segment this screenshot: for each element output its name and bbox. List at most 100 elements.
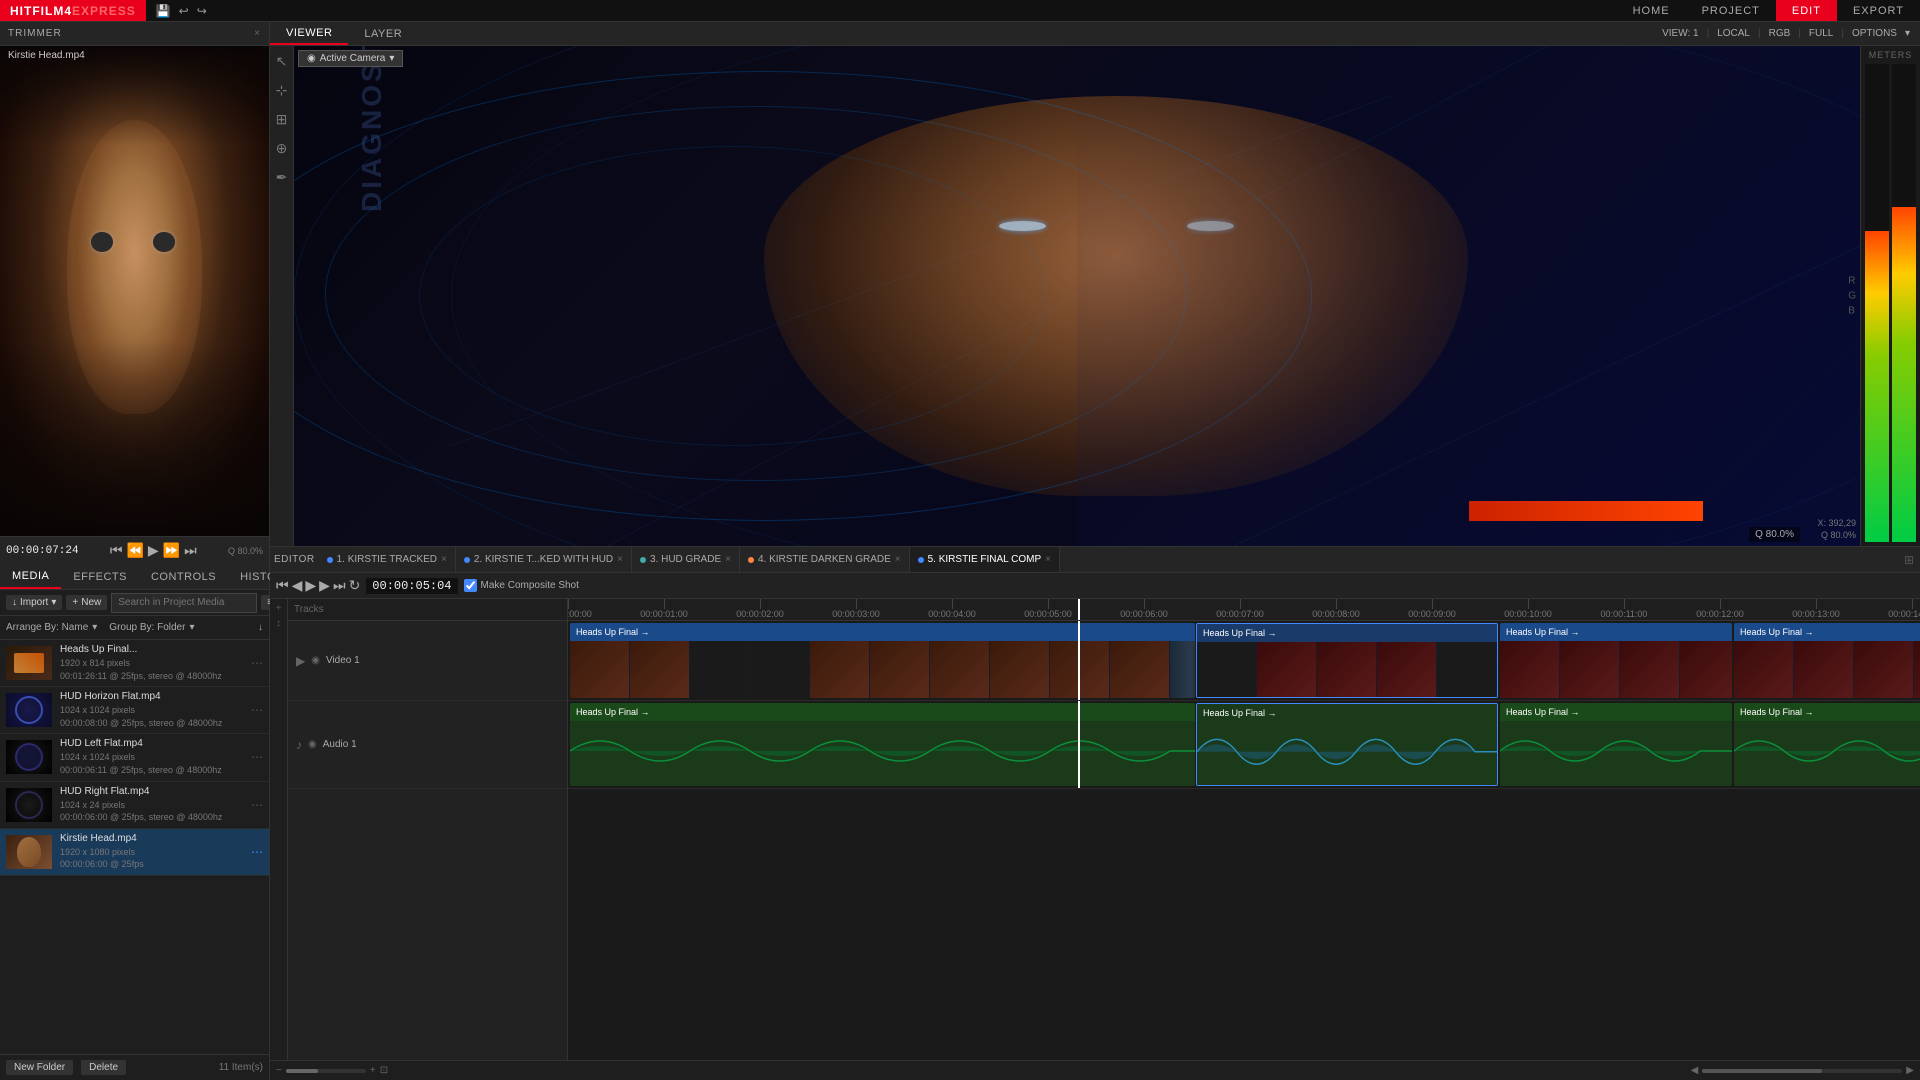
tab-expand-icon[interactable]: ⊞ [1898,553,1920,567]
meter-bar-right [1892,64,1916,542]
playhead[interactable] [1078,599,1080,620]
audio-clip-1[interactable]: Heads Up Final → [1196,703,1498,786]
face-shadow-bottom [0,340,269,536]
media-name-4: Kirstie Head.mp4 [60,833,243,844]
channel-b[interactable]: B [1848,306,1856,317]
rgb-option[interactable]: RGB [1769,28,1791,39]
transform-tool[interactable]: ⊹ [273,79,291,102]
composite-checkbox[interactable] [464,579,477,592]
video-clip-1[interactable]: Heads Up Final → [1196,623,1498,698]
timeline-controls: ⏮ ◀ ▶ ▶ ⏭ ↻ 00:00:05:04 Make Composite S… [270,573,1920,599]
media-item-more-3[interactable]: ⋯ [251,798,263,812]
tl-expand-icon[interactable]: ↕ [276,618,281,629]
tl-go-end[interactable]: ⏭ [333,577,346,594]
comp-tab-4[interactable]: 5. KIRSTIE FINAL COMP × [910,547,1060,572]
tl-go-start[interactable]: ⏮ [276,577,289,594]
trimmer-title: TRIMMER [8,28,62,39]
media-meta1-2: 1024 x 1024 pixels [60,751,243,764]
comp-tab-3[interactable]: 4. KIRSTIE DARKEN GRADE × [740,547,910,572]
import-button[interactable]: ↓ Import ▾ [6,595,62,610]
media-item-more-0[interactable]: ⋯ [251,656,263,670]
media-item-more-2[interactable]: ⋯ [251,750,263,764]
label-7: 00:00:07:00 [1216,609,1264,619]
media-item-0[interactable]: Heads Up Final... 1920 x 814 pixels 00:0… [0,640,269,687]
crop-tool[interactable]: ⊞ [273,108,291,131]
footer-fit[interactable]: ⊡ [380,1065,388,1076]
close-tab-2[interactable]: × [725,554,731,565]
tab-controls[interactable]: CONTROLS [139,564,228,589]
tick-9 [1432,599,1433,609]
tl-step-back[interactable]: ◀ [292,577,303,594]
video-clip-0[interactable]: Heads Up Final → [570,623,1195,698]
close-tab-1[interactable]: × [617,554,623,565]
media-item-3[interactable]: HUD Right Flat.mp4 1024 x 24 pixels 00:0… [0,782,269,829]
import-icon: ↓ [12,597,17,608]
audio-clip-2[interactable]: Heads Up Final → [1500,703,1732,786]
nav-export[interactable]: EXPORT [1837,0,1920,21]
footer-scroll-left[interactable]: ◀ [1691,1065,1699,1076]
tl-step-fwd[interactable]: ▶ [319,577,330,594]
view-number-option[interactable]: VIEW: 1 [1662,28,1699,39]
comp-tab-0[interactable]: 1. KIRSTIE TRACKED × [319,547,456,572]
go-start-button[interactable]: ⏮ [110,542,123,559]
video-clip-2[interactable]: Heads Up Final → [1500,623,1732,698]
media-list: Heads Up Final... 1920 x 814 pixels 00:0… [0,640,269,1054]
tab-effects[interactable]: EFFECTS [61,564,139,589]
move-tool[interactable]: ↖ [273,50,291,73]
channel-g[interactable]: G [1848,291,1856,302]
scroll-slider-fill [1702,1069,1822,1073]
step-forward-button[interactable]: ⏩ [163,542,180,559]
play-button[interactable]: ▶ [148,542,159,559]
media-item-1[interactable]: HUD Horizon Flat.mp4 1024 x 1024 pixels … [0,687,269,734]
close-tab-4[interactable]: × [1045,554,1051,565]
video-mute-button[interactable]: ◉ [311,655,320,666]
new-button[interactable]: + New [66,595,107,610]
undo-icon[interactable]: ↩ [179,4,189,18]
footer-zoom-out[interactable]: − [276,1065,282,1076]
tl-add-track-icon[interactable]: + [276,603,282,614]
option-sep-3: | [1798,28,1801,39]
close-tab-0[interactable]: × [441,554,447,565]
new-folder-button[interactable]: New Folder [6,1060,73,1075]
nav-home[interactable]: HOME [1617,0,1686,21]
redo-icon[interactable]: ↪ [197,4,207,18]
local-option[interactable]: LOCAL [1717,28,1750,39]
zoom-pct: Q 80.0% [1821,530,1856,540]
footer-scroll-right[interactable]: ▶ [1906,1065,1914,1076]
close-tab-3[interactable]: × [895,554,901,565]
go-end-button[interactable]: ⏭ [184,542,197,559]
audio-clip-0[interactable]: Heads Up Final → [570,703,1195,786]
trimmer-close-icon[interactable]: × [254,28,261,39]
nav-project[interactable]: PROJECT [1686,0,1776,21]
comp-tab-1[interactable]: 2. KIRSTIE T...KED WITH HUD × [456,547,632,572]
media-tabs: MEDIA EFFECTS CONTROLS HISTORY TEXT ☰ [0,564,269,590]
media-item-4[interactable]: Kirstie Head.mp4 1920 x 1080 pixels 00:0… [0,829,269,876]
audio-mute-button[interactable]: ◉ [308,739,317,750]
delete-button[interactable]: Delete [81,1060,126,1075]
thumb-cell-0-4 [810,641,870,698]
nav-edit[interactable]: EDIT [1776,0,1837,21]
media-item-2[interactable]: HUD Left Flat.mp4 1024 x 1024 pixels 00:… [0,734,269,781]
pen-tool[interactable]: ✒ [273,166,291,189]
tl-play[interactable]: ▶ [305,577,316,594]
channel-r[interactable]: R [1848,276,1856,287]
tl-loop[interactable]: ↻ [349,577,361,594]
audio-clip-3[interactable]: Heads Up Final → [1734,703,1920,786]
active-camera-button[interactable]: ◉ Active Camera ▾ [298,50,403,67]
search-input[interactable] [111,593,257,613]
zoom-tool[interactable]: ⊕ [273,137,291,160]
media-item-more-4[interactable]: ⋯ [251,845,263,859]
tab-viewer[interactable]: VIEWER [270,22,348,45]
step-back-button[interactable]: ⏪ [126,542,143,559]
zoom-level: Q 80.0% [228,546,263,556]
comp-tab-2[interactable]: 3. HUD GRADE × [632,547,740,572]
options-option[interactable]: OPTIONS [1852,28,1897,39]
media-item-more-1[interactable]: ⋯ [251,703,263,717]
footer-zoom-in[interactable]: + [370,1065,376,1076]
full-option[interactable]: FULL [1809,28,1833,39]
tab-media[interactable]: MEDIA [0,564,61,589]
media-name-1: HUD Horizon Flat.mp4 [60,691,243,702]
video-clip-3[interactable]: Heads Up Final → [1734,623,1920,698]
tab-layer[interactable]: LAYER [348,22,418,45]
save-icon[interactable]: 💾 [156,4,171,18]
